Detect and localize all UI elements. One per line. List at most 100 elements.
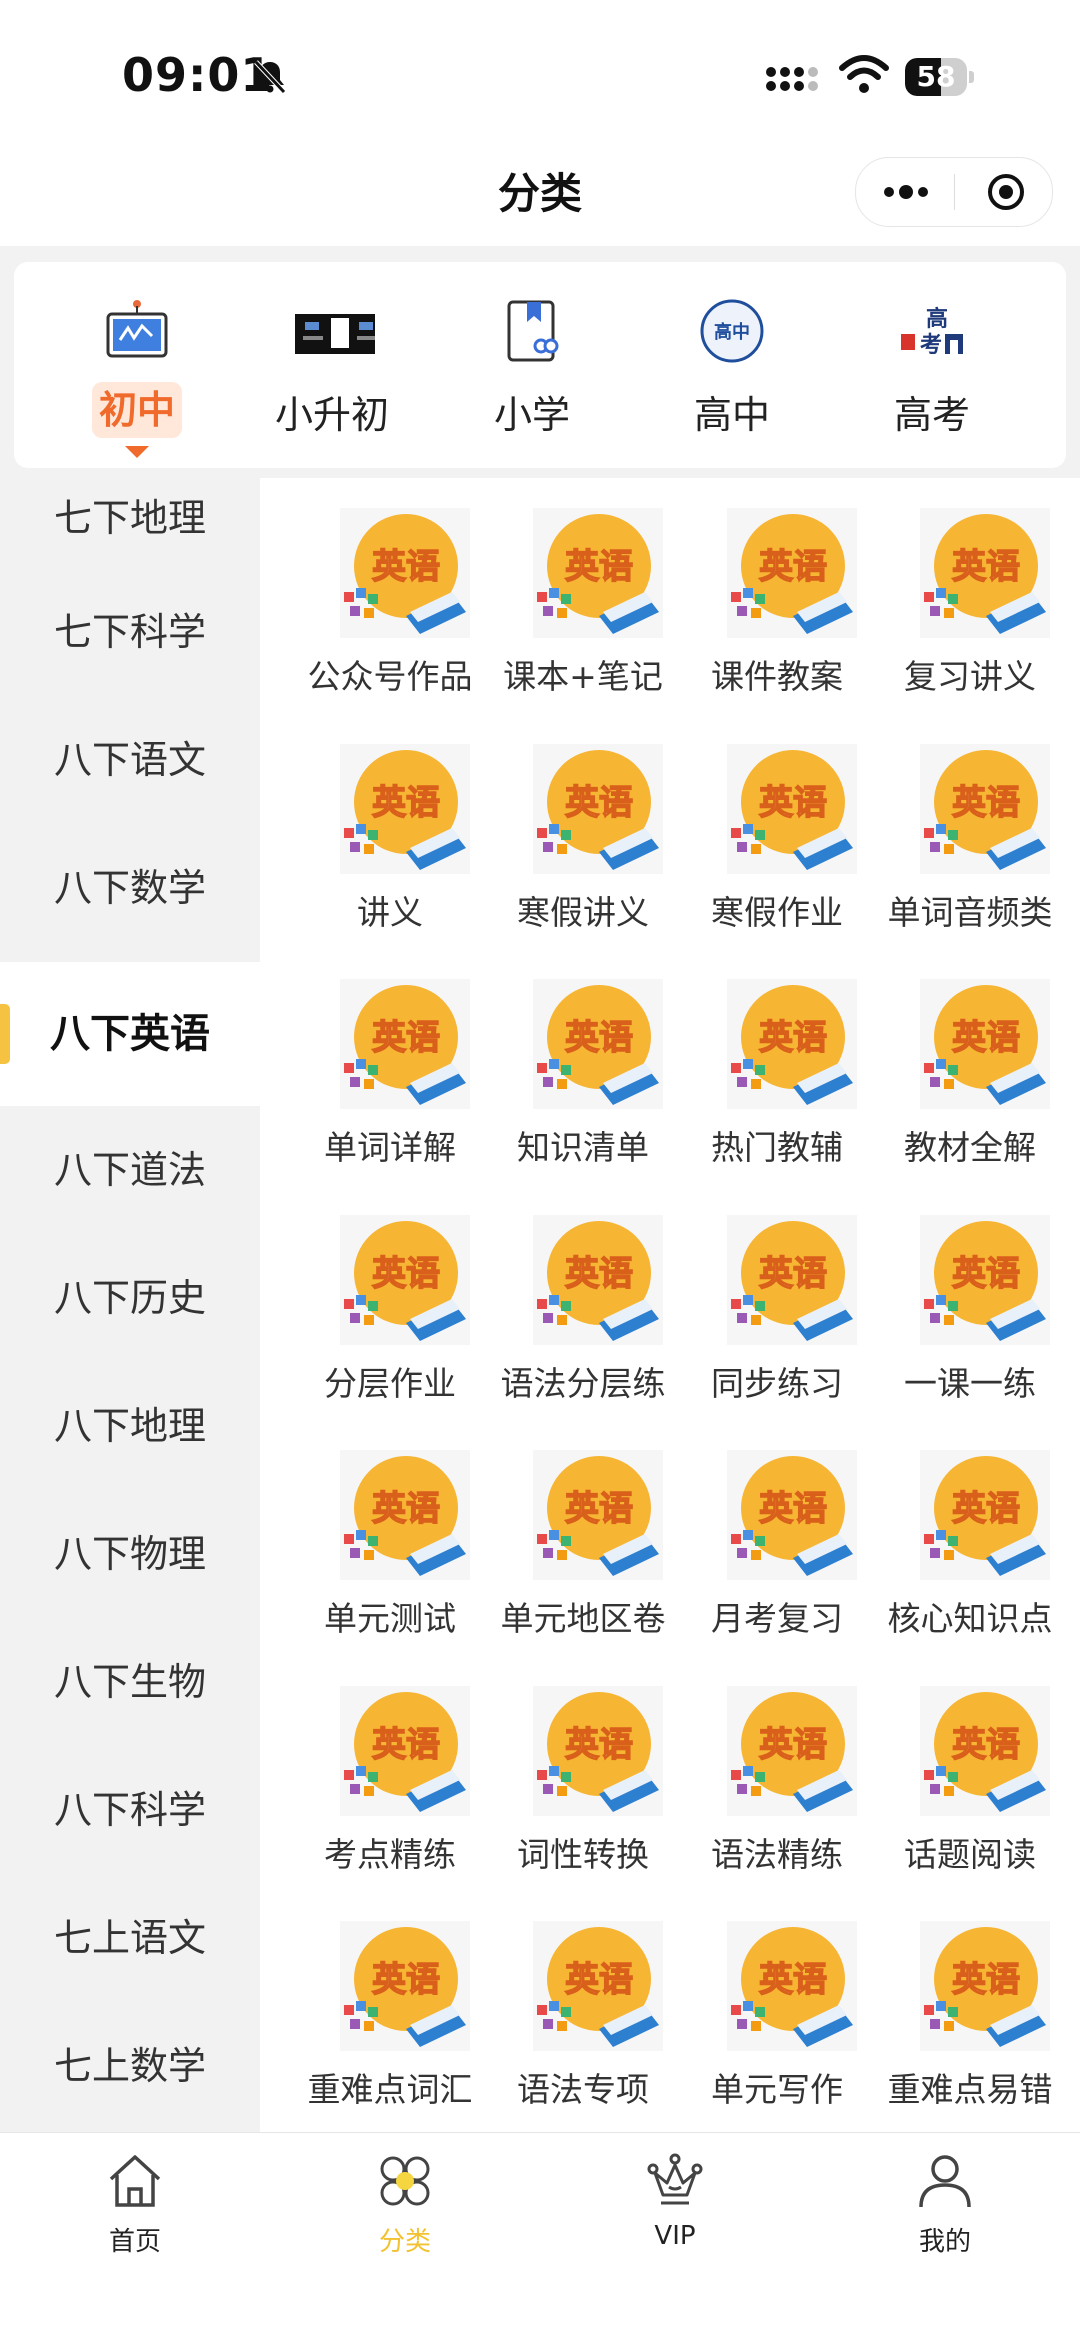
sidebar-item-active[interactable]: 八下英语 (0, 962, 260, 1106)
svg-text:英语: 英语 (372, 783, 440, 823)
english-book-icon: 英语 (727, 508, 857, 638)
category-item[interactable]: 英语 重难点易错 (870, 1891, 1070, 2121)
svg-text:英语: 英语 (759, 1254, 827, 1294)
english-book-icon: 英语 (727, 1686, 857, 1816)
sidebar-item[interactable]: 八下语文 (0, 696, 260, 824)
sidebar-item[interactable]: 八下生物 (0, 1618, 260, 1746)
english-book-icon: 英语 (533, 1450, 663, 1580)
more-icon[interactable] (881, 178, 931, 206)
svg-text:英语: 英语 (565, 547, 633, 587)
category-item[interactable]: 英语 语法分层练 (483, 1185, 683, 1415)
category-item[interactable]: 英语 讲义 (290, 714, 490, 944)
svg-text:英语: 英语 (952, 547, 1020, 587)
svg-text:英语: 英语 (759, 1018, 827, 1058)
sidebar-item-label: 七上语文 (53, 1916, 206, 1960)
category-icon (380, 2156, 430, 2206)
close-miniapp-icon[interactable] (986, 172, 1026, 212)
category-label: 一课一练 (904, 1364, 1036, 1403)
category-item[interactable]: 英语 重难点词汇 (290, 1891, 490, 2121)
category-item[interactable]: 英语 寒假作业 (677, 714, 877, 944)
sidebar-item[interactable]: 七上语文 (0, 1874, 260, 2002)
category-item[interactable]: 英语 寒假讲义 (483, 714, 683, 944)
category-item[interactable]: 英语 月考复习 (677, 1420, 877, 1650)
category-item[interactable]: 英语 语法专项 (483, 1891, 683, 2121)
grade-tab-junior-high[interactable]: 初中 (62, 286, 212, 458)
category-item[interactable]: 英语 知识清单 (483, 949, 683, 1179)
category-item[interactable]: 英语 单词详解 (290, 949, 490, 1179)
english-book-icon: 英语 (920, 979, 1050, 1109)
english-book-icon: 英语 (533, 744, 663, 874)
miniapp-capsule (855, 157, 1053, 227)
svg-text:英语: 英语 (372, 1489, 440, 1529)
english-book-icon: 英语 (340, 979, 470, 1109)
english-book-icon: 英语 (533, 508, 663, 638)
category-item[interactable]: 英语 考点精练 (290, 1656, 490, 1886)
category-grid: 英语 公众号作品 英语 课本+笔记 英语 课件教案 英语 复习讲义英语 讲义 英语 寒假讲义 英语 寒假… (260, 478, 1080, 2132)
grade-tab-gaokao[interactable]: 高 考 高考 (857, 286, 1007, 456)
sidebar-item[interactable]: 八下科学 (0, 1746, 260, 1874)
sidebar-item[interactable]: 八下历史 (0, 1234, 260, 1362)
english-book-icon: 英语 (727, 744, 857, 874)
sidebar-item[interactable]: 八下道法 (0, 1106, 260, 1234)
svg-text:英语: 英语 (952, 1018, 1020, 1058)
category-item[interactable]: 英语 一课一练 (870, 1185, 1070, 1415)
category-item[interactable]: 英语 语法精练 (677, 1656, 877, 1886)
category-item[interactable]: 英语 复习讲义 (870, 478, 1070, 708)
svg-text:英语: 英语 (759, 1960, 827, 2000)
category-label: 单词音频类 (887, 893, 1053, 932)
svg-text:英语: 英语 (565, 1725, 633, 1765)
category-item[interactable]: 英语单词音频类 (870, 714, 1070, 944)
grade-tab-label: 初中 (92, 382, 182, 438)
category-item[interactable]: 英语核心知识点 (870, 1420, 1070, 1650)
active-caret (125, 446, 149, 458)
english-book-icon: 英语 (727, 1215, 857, 1345)
sidebar-item[interactable]: 七上数学 (0, 2002, 260, 2130)
category-item[interactable]: 英语 热门教辅 (677, 949, 877, 1179)
category-item[interactable]: 英语 单元写作 (677, 1891, 877, 2121)
category-item[interactable]: 英语 单元地区卷 (483, 1420, 683, 1650)
category-item[interactable]: 英语 词性转换 (483, 1656, 683, 1886)
sidebar-item[interactable]: 七下科学 (0, 568, 260, 696)
sidebar-item[interactable]: 七下地理 (0, 478, 260, 568)
english-book-icon: 英语 (340, 744, 470, 874)
high-school-badge-icon: 高中 (700, 299, 764, 363)
category-item[interactable]: 英语 同步练习 (677, 1185, 877, 1415)
english-book-icon: 英语 (920, 744, 1050, 874)
cellular-signal-icon (766, 67, 818, 91)
tab-category[interactable]: 分类 (315, 2151, 495, 2271)
battery-indicator: 58 (905, 58, 975, 96)
svg-text:英语: 英语 (759, 1725, 827, 1765)
grade-tab-high-school[interactable]: 高中 高中 (657, 286, 807, 456)
svg-text:英语: 英语 (759, 783, 827, 823)
tab-home[interactable]: 首页 (45, 2151, 225, 2271)
category-label: 核心知识点 (887, 1599, 1053, 1638)
sidebar-item[interactable]: 八下物理 (0, 1490, 260, 1618)
grade-tab-label: 小学 (493, 393, 570, 437)
svg-text:英语: 英语 (952, 1960, 1020, 2000)
category-item[interactable]: 英语 话题阅读 (870, 1656, 1070, 1886)
profile-icon (919, 2155, 971, 2208)
svg-text:英语: 英语 (565, 1018, 633, 1058)
tab-profile[interactable]: 我的 (855, 2151, 1035, 2271)
tab-label: 我的 (918, 2227, 971, 2257)
sidebar-item-label: 八下生物 (53, 1660, 206, 1704)
svg-text:英语: 英语 (372, 1254, 440, 1294)
category-item[interactable]: 英语 课件教案 (677, 478, 877, 708)
english-book-icon: 英语 (340, 1686, 470, 1816)
bell-muted-icon (254, 60, 286, 94)
sidebar-item-label: 七下地理 (53, 496, 206, 540)
english-book-icon: 英语 (920, 1450, 1050, 1580)
category-item[interactable]: 英语 课本+笔记 (483, 478, 683, 708)
sidebar-item[interactable]: 八下地理 (0, 1362, 260, 1490)
grade-tab-primary-to-junior[interactable]: 小升初 (257, 286, 407, 456)
english-book-icon: 英语 (920, 508, 1050, 638)
english-book-icon: 英语 (727, 1921, 857, 2051)
category-item[interactable]: 英语 公众号作品 (290, 478, 490, 708)
category-item[interactable]: 英语 教材全解 (870, 949, 1070, 1179)
grade-tab-primary[interactable]: 小学 (457, 286, 607, 456)
category-item[interactable]: 英语 单元测试 (290, 1420, 490, 1650)
sidebar-item[interactable]: 八下数学 (0, 824, 260, 952)
tab-vip[interactable]: VIP (585, 2151, 765, 2271)
bottom-tab-bar: 首页 分类 VIP 我的 (0, 2132, 1080, 2347)
category-item[interactable]: 英语 分层作业 (290, 1185, 490, 1415)
